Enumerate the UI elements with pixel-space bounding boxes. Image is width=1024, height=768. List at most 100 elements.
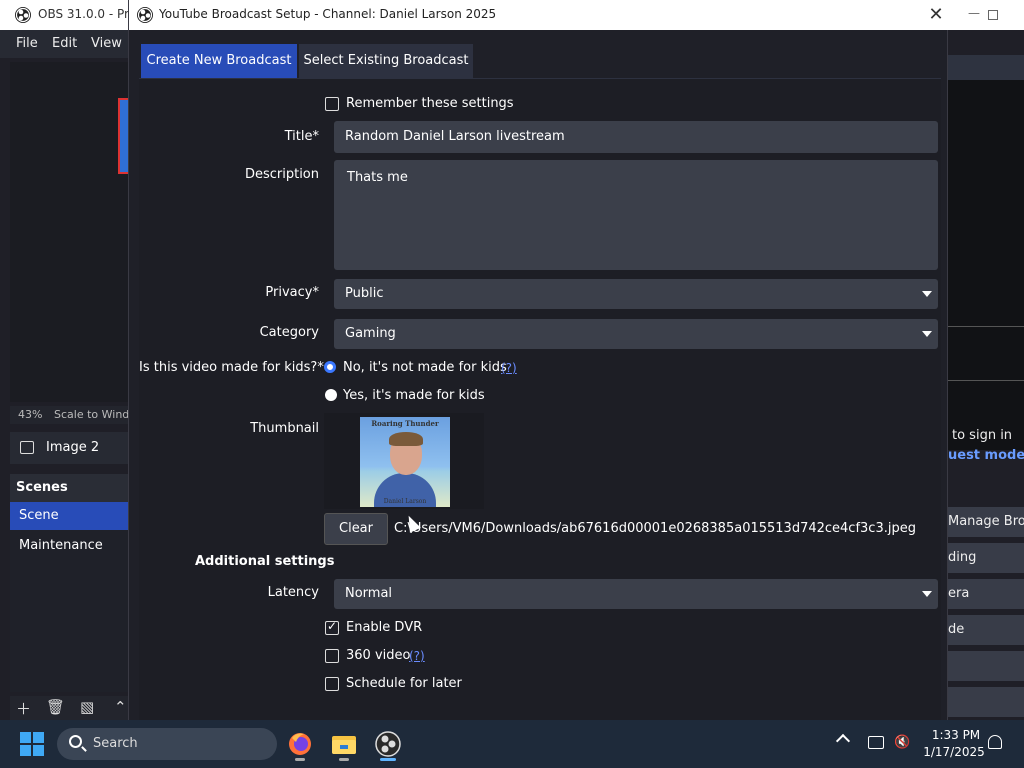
tab-select-existing-broadcast[interactable]: Select Existing Broadcast [299, 44, 473, 78]
thumbnail-preview: Roaring Thunder Daniel Larson [324, 413, 484, 509]
scene-label: Scene [19, 508, 59, 523]
browser-dock [948, 80, 1024, 450]
obs-window-title: OBS 31.0.0 - Prof [38, 7, 141, 21]
button-label: Manage Broa [948, 514, 1024, 529]
guest-mode-link[interactable]: uest mode [948, 448, 1024, 463]
enable-dvr-checkbox[interactable] [325, 619, 339, 635]
category-select[interactable]: Gaming [334, 319, 938, 349]
schedule-later-checkbox[interactable] [325, 677, 339, 691]
button-label: ding [948, 550, 977, 565]
source-name: Image 2 [46, 440, 100, 455]
youtube-broadcast-dialog: YouTube Broadcast Setup - Channel: Danie… [128, 0, 949, 720]
tab-create-new-broadcast[interactable]: Create New Broadcast [141, 44, 297, 78]
360-video-checkbox[interactable] [325, 649, 339, 663]
clock-date[interactable]: 1/17/2025 [922, 745, 986, 759]
kids-no-radio[interactable] [324, 361, 336, 373]
taskbar-search[interactable]: Search [57, 728, 277, 760]
scenes-title: Scenes [16, 480, 68, 495]
kids-yes-label: Yes, it's made for kids [343, 388, 485, 403]
scene-label: Maintenance [19, 538, 103, 553]
privacy-label: Privacy* [265, 285, 319, 300]
virtual-camera-button[interactable]: era [948, 579, 1024, 609]
search-label: Search [93, 736, 138, 751]
taskbar-file-explorer[interactable] [328, 728, 360, 761]
additional-settings-heading: Additional settings [195, 554, 335, 569]
clear-thumbnail-button[interactable]: Clear [324, 513, 388, 545]
title-input[interactable]: Random Daniel Larson livestream [334, 121, 938, 153]
thumbnail-image: Roaring Thunder Daniel Larson [360, 417, 450, 507]
thumbnail-top-text: Roaring Thunder [371, 419, 439, 428]
filter-icon[interactable]: ▧ [80, 698, 94, 716]
close-icon[interactable]: ✕ [926, 4, 946, 26]
button-label: de [948, 622, 965, 637]
chevron-down-icon [916, 279, 938, 309]
menu-view[interactable]: View [91, 36, 122, 51]
thumbnail-hair [389, 432, 423, 446]
thumbnail-bottom-text: Daniel Larson [383, 498, 427, 505]
volume-muted-icon[interactable]: 🔇 [894, 735, 910, 750]
menu-edit[interactable]: Edit [52, 36, 77, 51]
scenes-dock-header: Scenes [10, 474, 128, 502]
chevron-up-icon[interactable] [835, 733, 851, 749]
exit-button[interactable] [948, 687, 1024, 717]
clock-time[interactable]: 1:33 PM [926, 728, 986, 742]
help-link-360[interactable]: (?) [409, 649, 425, 663]
folder-icon [332, 736, 356, 754]
divider [948, 326, 1024, 327]
maximize-icon[interactable] [988, 10, 998, 20]
scene-toolbar: ＋ 🗑 ▧ ⌃ [10, 696, 128, 720]
chevron-down-icon [916, 319, 938, 349]
obs-logo-icon [15, 7, 31, 23]
scene-item-scene[interactable]: Scene [10, 502, 128, 530]
obs-logo-icon [375, 731, 401, 757]
category-value: Gaming [345, 326, 396, 341]
latency-label: Latency [267, 585, 319, 600]
settings-button[interactable] [948, 651, 1024, 681]
windows-taskbar: Search 🔇 1:33 PM 1/17/2025 [0, 720, 1024, 768]
taskbar-firefox[interactable] [284, 728, 316, 761]
kids-label: Is this video made for kids?* [139, 360, 324, 375]
search-icon [69, 735, 82, 748]
selected-source-bounds[interactable] [118, 98, 128, 174]
category-label: Category [259, 325, 319, 340]
help-link-kids[interactable]: (?) [501, 361, 517, 375]
obs-right-dock: to sign in uest mode Manage Broa ding er… [948, 30, 1024, 720]
zoom-level: 43% [18, 408, 43, 421]
running-indicator [295, 758, 305, 761]
description-label: Description [244, 167, 319, 182]
kids-no-label: No, it's not made for kids [343, 360, 507, 375]
360-video-label: 360 video [346, 648, 411, 663]
notification-bell-icon[interactable] [988, 735, 1002, 749]
taskbar-obs[interactable] [372, 728, 404, 761]
dialog-titlebar: YouTube Broadcast Setup - Channel: Danie… [129, 0, 949, 30]
privacy-select[interactable]: Public [334, 279, 938, 309]
kids-yes-radio[interactable] [325, 389, 337, 401]
active-indicator [380, 758, 396, 761]
chevron-up-icon[interactable]: ⌃ [114, 698, 127, 716]
thumbnail-label: Thumbnail [250, 421, 319, 436]
firefox-icon [289, 733, 311, 755]
chevron-down-icon [916, 579, 938, 609]
obs-menubar: File Edit View [0, 30, 130, 58]
network-icon[interactable] [868, 736, 884, 749]
minimize-icon[interactable]: — [968, 6, 980, 20]
remember-settings-checkbox[interactable] [325, 97, 339, 111]
dialog-title: YouTube Broadcast Setup - Channel: Danie… [159, 7, 497, 21]
studio-mode-button[interactable]: de [948, 615, 1024, 645]
windows-start-icon[interactable] [20, 732, 44, 756]
obs-logo-icon [137, 7, 153, 23]
obs-preview-canvas[interactable] [10, 62, 128, 402]
title-label: Title* [284, 129, 319, 144]
scene-item-maintenance[interactable]: Maintenance [10, 532, 128, 560]
trash-icon[interactable]: 🗑 [46, 698, 65, 716]
latency-select[interactable]: Normal [334, 579, 938, 609]
menu-file[interactable]: File [16, 36, 38, 51]
manage-broadcast-button[interactable]: Manage Broa [948, 507, 1024, 537]
source-item[interactable]: Image 2 [10, 432, 128, 464]
title-value: Random Daniel Larson livestream [345, 129, 565, 144]
recording-button[interactable]: ding [948, 543, 1024, 573]
remember-settings-label: Remember these settings [346, 96, 514, 111]
description-textarea[interactable]: Thats me [334, 160, 938, 270]
zoom-mode[interactable]: Scale to Windo [54, 408, 136, 421]
add-scene-icon[interactable]: ＋ [16, 698, 31, 719]
